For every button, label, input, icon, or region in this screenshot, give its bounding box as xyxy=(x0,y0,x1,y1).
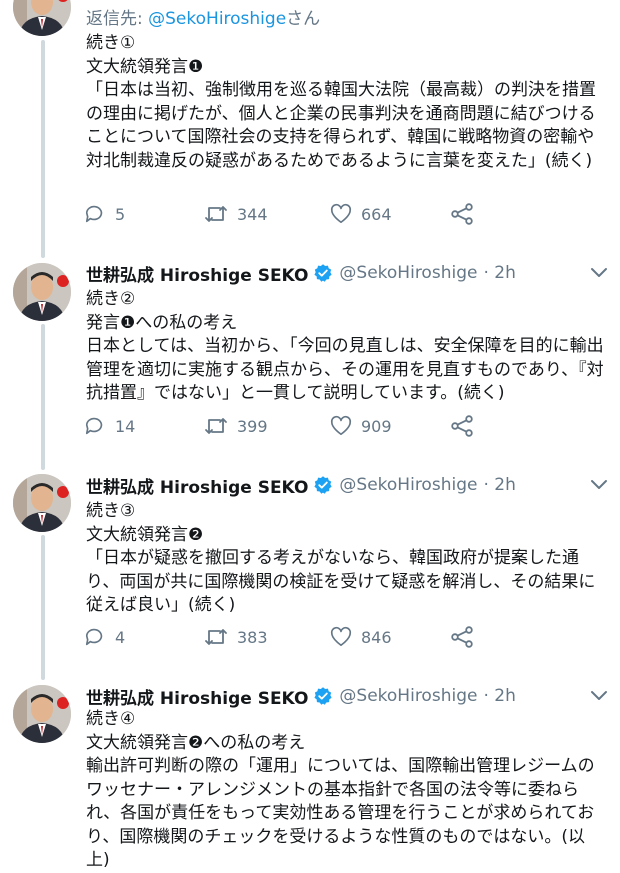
tweet-line: 輸出許可判断の際の「運用」については、国際輸出管理レジームのワッセナー・アレンジ… xyxy=(86,756,595,870)
like-button[interactable]: 909 xyxy=(330,414,392,438)
share-button[interactable] xyxy=(450,414,474,438)
retweet-count: 399 xyxy=(237,416,268,436)
tweet-line: 続き① xyxy=(86,33,136,53)
reply-prefix: 返信先: xyxy=(86,9,143,29)
tweet[interactable]: 世耕弘成 Hiroshige SEKO @SekoHiroshige · 2h … xyxy=(0,258,620,466)
tweet-header: 世耕弘成 Hiroshige SEKO @SekoHiroshige · 2h xyxy=(86,258,608,288)
tweet-line: 文大統領発言❶ xyxy=(86,56,204,77)
retweet-icon xyxy=(205,206,227,222)
retweet-button[interactable]: 344 xyxy=(204,202,268,226)
like-count: 846 xyxy=(361,627,392,647)
reply-count: 4 xyxy=(115,627,126,647)
retweet-button[interactable]: 399 xyxy=(204,414,268,438)
verified-badge-icon xyxy=(313,475,333,495)
handle[interactable]: @SekoHiroshige xyxy=(339,686,477,706)
retweet-count: 383 xyxy=(237,627,268,647)
tweet-line: 文大統領発言❷ xyxy=(86,524,204,545)
share-icon xyxy=(451,415,473,437)
handle[interactable]: @SekoHiroshige xyxy=(339,475,477,495)
tweet-line: 続き③ xyxy=(86,501,136,521)
tweet-line: 続き④ xyxy=(86,709,136,729)
reply-icon xyxy=(85,205,103,223)
tweet-text: 続き④ 文大統領発言❷への私の考え 輸出許可判断の際の「運用」については、国際輸… xyxy=(86,708,606,873)
display-name[interactable]: 世耕弘成 Hiroshige SEKO xyxy=(86,261,308,286)
like-button[interactable]: 664 xyxy=(330,202,392,226)
reply-count: 5 xyxy=(115,204,126,224)
heart-icon xyxy=(330,626,352,647)
like-count: 664 xyxy=(361,204,392,224)
retweet-button[interactable]: 383 xyxy=(204,625,268,649)
chevron-down-icon[interactable] xyxy=(590,265,608,279)
reply-button[interactable]: 4 xyxy=(84,625,125,649)
tweet-text: 続き③ 文大統領発言❷ 「日本が疑惑を撤回する考えがないなら、韓国政府が提案した… xyxy=(86,500,606,618)
timestamp[interactable]: · 2h xyxy=(483,263,515,283)
share-button[interactable] xyxy=(450,202,474,226)
reply-to: 返信先: @SekoHiroshigeさん xyxy=(86,4,320,29)
display-name[interactable]: 世耕弘成 Hiroshige SEKO xyxy=(86,473,308,498)
tweet[interactable]: 返信先: @SekoHiroshigeさん 続き① 文大統領発言❶ 「日本は当初… xyxy=(0,0,620,250)
avatar[interactable] xyxy=(13,474,71,532)
heart-icon xyxy=(330,203,352,224)
tweet-line: 続き② xyxy=(86,289,136,309)
share-icon xyxy=(451,203,473,225)
chevron-down-icon[interactable] xyxy=(590,688,608,702)
share-icon xyxy=(451,626,473,648)
tweet-line: 「日本は当初、強制徴用を巡る韓国大法院（最高裁）の判決を措置の理由に掲げたが、個… xyxy=(86,80,596,171)
tweet[interactable]: 世耕弘成 Hiroshige SEKO @SekoHiroshige · 2h … xyxy=(0,470,620,676)
tweet-line: 「日本が疑惑を撤回する考えがないなら、韓国政府が提案した通り、両国が共に国際機関… xyxy=(86,548,596,615)
tweet-line: 発言❶への私の考え xyxy=(86,312,238,333)
reply-icon xyxy=(85,417,103,435)
like-count: 909 xyxy=(361,416,392,436)
retweet-count: 344 xyxy=(237,204,268,224)
reply-count: 14 xyxy=(115,416,136,436)
like-button[interactable]: 846 xyxy=(330,625,392,649)
verified-badge-icon xyxy=(313,263,333,283)
avatar[interactable] xyxy=(13,0,71,36)
tweet-header: 世耕弘成 Hiroshige SEKO @SekoHiroshige · 2h xyxy=(86,470,608,500)
reply-suffix: さん xyxy=(286,9,321,29)
display-name[interactable]: 世耕弘成 Hiroshige SEKO xyxy=(86,684,308,709)
tweet-header: 世耕弘成 Hiroshige SEKO @SekoHiroshige · 2h xyxy=(86,681,608,711)
tweet-line: 日本としては、当初から、「今回の見直しは、安全保障を目的に輸出管理を適切に実施す… xyxy=(86,336,604,403)
chevron-down-icon[interactable] xyxy=(590,477,608,491)
reply-button[interactable]: 14 xyxy=(84,414,135,438)
reply-button[interactable]: 5 xyxy=(84,202,125,226)
handle[interactable]: @SekoHiroshige xyxy=(339,263,477,283)
retweet-icon xyxy=(205,418,227,434)
avatar[interactable] xyxy=(13,685,71,743)
verified-badge-icon xyxy=(313,686,333,706)
reply-handle-link[interactable]: @SekoHiroshige xyxy=(148,9,286,29)
retweet-icon xyxy=(205,629,227,645)
tweet[interactable]: 世耕弘成 Hiroshige SEKO @SekoHiroshige · 2h … xyxy=(0,681,620,873)
timestamp[interactable]: · 2h xyxy=(483,475,515,495)
tweet-line: 文大統領発言❷への私の考え xyxy=(86,732,306,753)
avatar[interactable] xyxy=(13,263,71,321)
tweet-text: 続き① 文大統領発言❶ 「日本は当初、強制徴用を巡る韓国大法院（最高裁）の判決を… xyxy=(86,32,606,173)
tweet-text: 続き② 発言❶への私の考え 日本としては、当初から、「今回の見直しは、安全保障を… xyxy=(86,288,606,406)
timestamp[interactable]: · 2h xyxy=(483,686,515,706)
reply-icon xyxy=(85,628,103,646)
share-button[interactable] xyxy=(450,625,474,649)
heart-icon xyxy=(330,415,352,436)
